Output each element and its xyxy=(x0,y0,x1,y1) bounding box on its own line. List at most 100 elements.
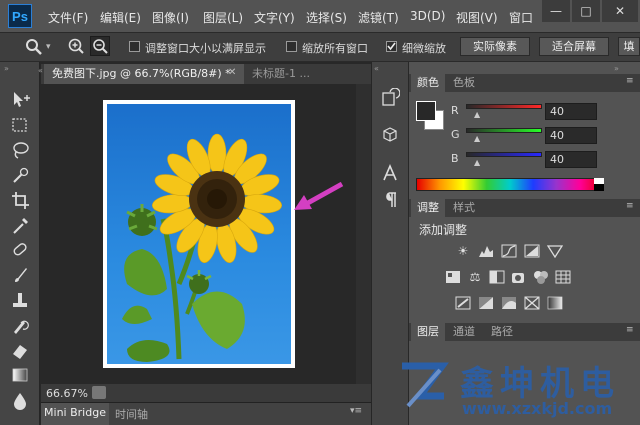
color-balance-icon[interactable]: ⚖ xyxy=(467,270,483,284)
brush-tool-icon[interactable] xyxy=(8,265,32,287)
blue-channel-label: B xyxy=(451,152,459,165)
panel-menu-icon[interactable]: ▾≡ xyxy=(350,406,362,416)
hue-saturation-icon[interactable] xyxy=(445,270,461,284)
tab-mini-bridge[interactable]: Mini Bridge xyxy=(41,403,109,425)
green-value-input[interactable]: 40 xyxy=(545,127,597,144)
tab-swatches[interactable]: 色板 xyxy=(447,74,481,92)
watermark-brand: 鑫坤机电 xyxy=(460,364,620,404)
exposure-icon[interactable] xyxy=(524,244,540,258)
layers-panel-menu-icon[interactable]: ≡ xyxy=(626,325,634,335)
foreground-color-swatch[interactable] xyxy=(416,101,436,121)
green-slider-handle[interactable]: ▲ xyxy=(474,134,480,143)
levels-icon[interactable] xyxy=(478,244,494,258)
tab-styles[interactable]: 样式 xyxy=(447,199,481,217)
eraser-tool-icon[interactable] xyxy=(8,340,32,362)
green-slider[interactable] xyxy=(466,128,542,133)
history-brush-tool-icon[interactable] xyxy=(8,315,32,337)
status-info-icon[interactable] xyxy=(92,386,106,399)
menu-edit[interactable]: 编辑(E) xyxy=(100,9,141,26)
healing-brush-tool-icon[interactable] xyxy=(8,240,32,262)
red-slider[interactable] xyxy=(466,104,542,109)
collapse-dock-icon[interactable]: « xyxy=(374,64,379,73)
zoom-tool-icon[interactable] xyxy=(24,37,44,57)
menu-layer[interactable]: 图层(L) xyxy=(203,9,243,26)
annotation-arrow-icon xyxy=(292,180,346,214)
menu-filter[interactable]: 滤镜(T) xyxy=(358,9,399,26)
minimize-button[interactable]: — xyxy=(542,0,570,22)
3d-panel-icon[interactable] xyxy=(379,124,401,144)
gradient-tool-icon[interactable] xyxy=(8,365,32,387)
color-panel-menu-icon[interactable]: ≡ xyxy=(626,76,634,86)
color-lookup-icon[interactable] xyxy=(555,270,571,284)
blue-slider-handle[interactable]: ▲ xyxy=(474,158,480,167)
selective-color-icon[interactable] xyxy=(524,296,540,310)
menu-select[interactable]: 选择(S) xyxy=(306,9,347,26)
blue-slider[interactable] xyxy=(466,152,542,157)
menu-file[interactable]: 文件(F) xyxy=(48,9,88,26)
eyedropper-tool-icon[interactable] xyxy=(8,215,32,237)
status-bar xyxy=(41,384,371,402)
tab-channels[interactable]: 通道 xyxy=(447,323,481,341)
red-value-input[interactable]: 40 xyxy=(545,103,597,120)
close-tab-icon[interactable]: ✕ xyxy=(228,67,236,78)
red-slider-handle[interactable]: ▲ xyxy=(474,110,480,119)
fit-window-checkbox[interactable] xyxy=(129,41,140,52)
blur-tool-icon[interactable] xyxy=(8,390,32,412)
red-channel-label: R xyxy=(451,104,459,117)
threshold-icon[interactable] xyxy=(501,296,517,310)
tab-document-active-label: 免费图下.jpg @ 66.7%(RGB/8#) * xyxy=(52,67,231,80)
collapse-left-icon[interactable]: « xyxy=(38,66,43,75)
photoshop-logo: Ps xyxy=(8,4,32,28)
zoom-all-checkbox[interactable] xyxy=(286,41,297,52)
blue-value-input[interactable]: 40 xyxy=(545,151,597,168)
move-tool-icon[interactable] xyxy=(8,90,32,112)
channel-mixer-icon[interactable] xyxy=(533,270,549,284)
brand-logo-icon xyxy=(398,360,450,412)
posterize-icon[interactable] xyxy=(478,296,494,310)
vertical-scrollbar[interactable] xyxy=(356,84,371,384)
history-panel-icon[interactable] xyxy=(379,87,401,108)
chevron-down-icon[interactable]: ▾ xyxy=(46,42,51,52)
tab-paths[interactable]: 路径 xyxy=(485,323,519,341)
tab-color[interactable]: 颜色 xyxy=(411,74,445,92)
curves-icon[interactable] xyxy=(501,244,517,258)
quick-select-tool-icon[interactable] xyxy=(8,165,32,187)
menu-image[interactable]: 图像(I) xyxy=(152,9,189,26)
paragraph-panel-icon[interactable] xyxy=(379,190,401,210)
zoom-level[interactable]: 66.67% xyxy=(46,387,88,400)
menu-3d[interactable]: 3D(D) xyxy=(410,9,445,23)
collapse-icon[interactable]: » xyxy=(4,64,9,73)
sunflower-photo[interactable] xyxy=(107,104,291,364)
clone-stamp-tool-icon[interactable] xyxy=(8,290,32,312)
adjustments-panel-menu-icon[interactable]: ≡ xyxy=(626,201,634,211)
fill-screen-button[interactable]: 填 xyxy=(618,37,640,56)
fit-screen-button[interactable]: 适合屏幕 xyxy=(539,37,609,56)
vibrance-icon[interactable] xyxy=(546,244,564,259)
crop-tool-icon[interactable] xyxy=(8,190,32,212)
lasso-tool-icon[interactable] xyxy=(8,140,32,162)
tab-layers[interactable]: 图层 xyxy=(411,323,445,341)
color-spectrum-bar[interactable] xyxy=(416,178,604,191)
maximize-button[interactable]: □ xyxy=(572,0,600,22)
menu-type[interactable]: 文字(Y) xyxy=(254,9,295,26)
photo-filter-icon[interactable] xyxy=(511,270,527,284)
tab-document-active[interactable]: 免费图下.jpg @ 66.7%(RGB/8#) * xyxy=(44,64,244,84)
scrubby-zoom-checkbox[interactable] xyxy=(386,41,397,52)
tab-document-untitled[interactable]: 未标题-1 ... xyxy=(244,64,371,84)
menu-view[interactable]: 视图(V) xyxy=(456,9,498,26)
invert-icon[interactable] xyxy=(455,296,471,310)
close-button[interactable]: ✕ xyxy=(602,0,638,22)
marquee-tool-icon[interactable] xyxy=(8,115,32,137)
black-white-icon[interactable] xyxy=(489,270,505,284)
character-panel-icon[interactable] xyxy=(379,163,401,183)
tab-adjustments[interactable]: 调整 xyxy=(411,199,445,217)
brightness-contrast-icon[interactable]: ☀ xyxy=(455,244,471,258)
collapse-right-icon[interactable]: » xyxy=(614,64,619,73)
actual-pixels-button[interactable]: 实际像素 xyxy=(460,37,530,56)
zoom-in-icon[interactable] xyxy=(66,36,86,56)
gradient-map-icon[interactable] xyxy=(547,296,563,310)
tab-timeline[interactable]: 时间轴 xyxy=(115,406,148,422)
spectrum-black-swatch[interactable] xyxy=(594,184,604,191)
menu-window[interactable]: 窗口 xyxy=(509,9,533,26)
zoom-out-icon[interactable] xyxy=(90,36,110,56)
